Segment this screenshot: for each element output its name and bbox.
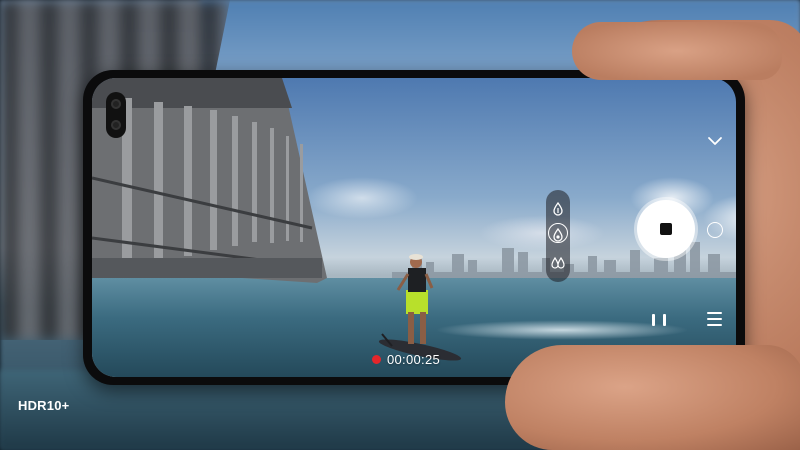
recording-time: 00:00:25 [387, 351, 441, 367]
menu-icon-line [707, 312, 722, 314]
scene: 00:00:25 HDR10+ [0, 0, 800, 450]
hdr-badge: HDR10+ [18, 398, 70, 413]
recording-timer: 00:00:25 [372, 350, 440, 368]
phone: 00:00:25 [83, 70, 745, 385]
pause-icon-bar [663, 314, 666, 326]
thumb [505, 345, 800, 450]
chevron-down-icon[interactable] [706, 134, 724, 148]
bridge [92, 78, 327, 283]
menu-icon-line [707, 324, 722, 326]
recording-dot-icon [372, 354, 381, 364]
record-stop-button[interactable] [637, 200, 695, 258]
snapshot-button[interactable] [707, 222, 723, 238]
camera-lens [111, 120, 121, 130]
efoil-rider [378, 254, 462, 361]
camera-viewfinder: 00:00:25 [92, 78, 736, 377]
flame-drop-icon[interactable] [546, 198, 570, 220]
pause-button[interactable] [652, 312, 666, 328]
finger [572, 22, 782, 80]
front-camera [106, 92, 126, 138]
multi-drop-icon[interactable] [546, 252, 570, 274]
pause-icon-bar [652, 314, 655, 326]
menu-button[interactable] [707, 312, 722, 326]
shooting-mode-selector[interactable] [546, 190, 570, 282]
focus-drop-icon[interactable] [546, 224, 570, 246]
stop-icon [660, 223, 672, 235]
camera-lens [111, 99, 121, 109]
menu-icon-line [707, 318, 722, 320]
